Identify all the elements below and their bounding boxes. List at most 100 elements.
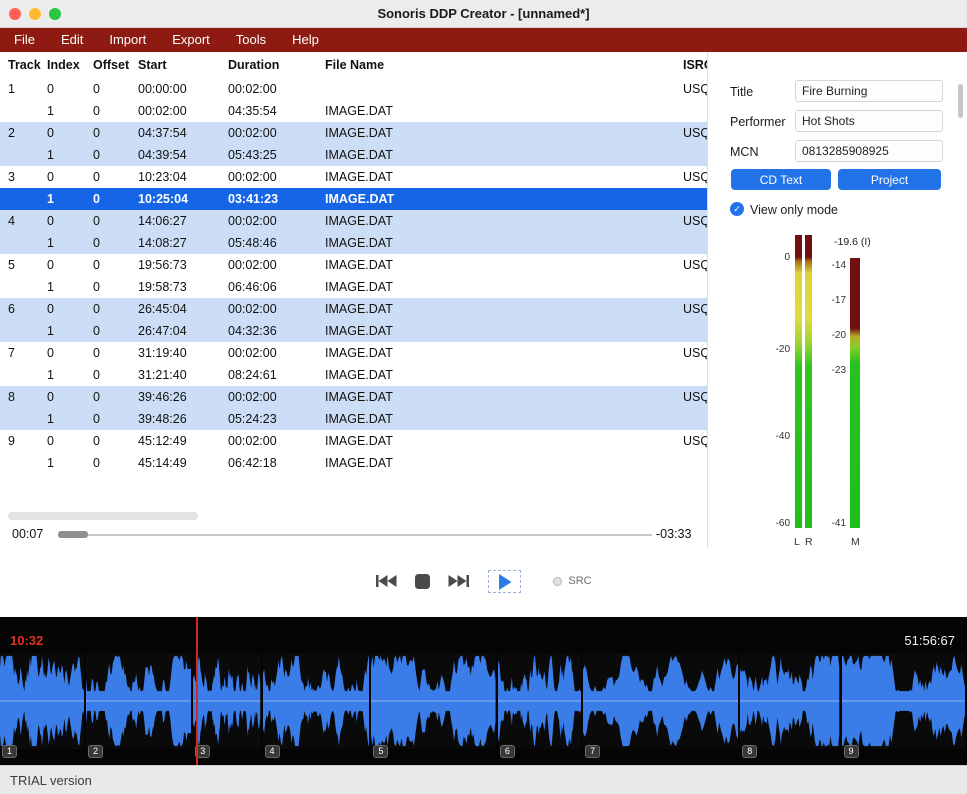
cell-start: 19:56:73: [138, 254, 228, 276]
cell-isrc: USQ: [683, 342, 707, 364]
table-row[interactable]: 40014:06:2700:02:00IMAGE.DATUSQ: [0, 210, 707, 232]
view-only-label: View only mode: [750, 203, 838, 217]
cell-file: IMAGE.DAT: [325, 232, 683, 254]
cell-index: 1: [47, 144, 93, 166]
cell-isrc: USQ: [683, 122, 707, 144]
play-button[interactable]: [488, 570, 521, 593]
previous-track-button[interactable]: [375, 574, 397, 588]
src-toggle[interactable]: SRC: [553, 575, 591, 587]
seek-thumb[interactable]: [58, 531, 88, 538]
title-input[interactable]: [795, 80, 943, 102]
menu-item-help[interactable]: Help: [290, 28, 321, 52]
next-track-button[interactable]: [448, 574, 470, 588]
performer-input[interactable]: [795, 110, 943, 132]
cell-file: IMAGE.DAT: [325, 122, 683, 144]
table-row[interactable]: 30010:23:0400:02:00IMAGE.DATUSQ: [0, 166, 707, 188]
cell-track: [8, 144, 47, 166]
table-row[interactable]: 80039:46:2600:02:00IMAGE.DATUSQ: [0, 386, 707, 408]
cell-start: 00:00:00: [138, 78, 228, 100]
elapsed-time: 00:07: [12, 527, 43, 541]
cell-duration: 05:48:46: [228, 232, 325, 254]
table-row[interactable]: 1014:08:2705:48:46IMAGE.DAT: [0, 232, 707, 254]
cell-file: IMAGE.DAT: [325, 298, 683, 320]
table-row[interactable]: 1004:39:5405:43:25IMAGE.DAT: [0, 144, 707, 166]
waveform-segment[interactable]: 5: [371, 653, 496, 749]
cell-isrc: [683, 232, 707, 254]
cell-start: 14:06:27: [138, 210, 228, 232]
play-icon: [498, 574, 512, 590]
cell-start: 10:25:04: [138, 188, 228, 210]
cell-duration: 00:02:00: [228, 78, 325, 100]
cell-start: 31:19:40: [138, 342, 228, 364]
cd-text-button[interactable]: CD Text: [731, 169, 831, 190]
cell-isrc: USQ: [683, 298, 707, 320]
waveform-segment[interactable]: 2: [86, 653, 191, 749]
table-row[interactable]: 1010:25:0403:41:23IMAGE.DAT: [0, 188, 707, 210]
waveform-segment[interactable]: 8: [740, 653, 839, 749]
waveform-segment[interactable]: 3: [193, 653, 260, 749]
cell-track: 8: [8, 386, 47, 408]
cell-offset: 0: [93, 320, 138, 342]
meter-scale-label: -41: [812, 519, 846, 529]
seek-track[interactable]: [58, 534, 652, 536]
table-row[interactable]: 1019:58:7306:46:06IMAGE.DAT: [0, 276, 707, 298]
remaining-time: -03:33: [656, 527, 691, 541]
cell-duration: 06:42:18: [228, 452, 325, 474]
cell-file: IMAGE.DAT: [325, 386, 683, 408]
table-row[interactable]: 20004:37:5400:02:00IMAGE.DATUSQ: [0, 122, 707, 144]
horizontal-scrollbar-thumb[interactable]: [8, 512, 198, 520]
cell-track: [8, 188, 47, 210]
cell-start: 31:21:40: [138, 364, 228, 386]
column-header: Start: [138, 52, 228, 78]
table-row[interactable]: 10000:00:0000:02:00USQ: [0, 78, 707, 100]
cell-isrc: [683, 188, 707, 210]
view-only-checkbox[interactable]: ✓: [730, 202, 744, 216]
menu-item-tools[interactable]: Tools: [234, 28, 268, 52]
total-time-label: 51:56:67: [904, 633, 955, 648]
cell-index: 0: [47, 166, 93, 188]
window-title: Sonoris DDP Creator - [unnamed*]: [0, 0, 967, 28]
waveform-segment[interactable]: 6: [498, 653, 581, 749]
cell-duration: 00:02:00: [228, 166, 325, 188]
waveform-overview: 10:32 51:56:67 123456789: [0, 617, 967, 765]
table-row[interactable]: 1039:48:2605:24:23IMAGE.DAT: [0, 408, 707, 430]
menu-item-file[interactable]: File: [12, 28, 37, 52]
panel-scrollbar-thumb[interactable]: [958, 84, 963, 118]
cd-text-panel: Title Performer MCN CD Text Project ✓ Vi…: [708, 52, 967, 564]
table-row[interactable]: 90045:12:4900:02:00IMAGE.DATUSQ: [0, 430, 707, 452]
playhead[interactable]: [196, 617, 198, 765]
cell-offset: 0: [93, 364, 138, 386]
column-header: File Name: [325, 52, 683, 78]
cell-offset: 0: [93, 430, 138, 452]
cell-index: 1: [47, 276, 93, 298]
table-row[interactable]: 1000:02:0004:35:54IMAGE.DAT: [0, 100, 707, 122]
cell-duration: 00:02:00: [228, 254, 325, 276]
mcn-input[interactable]: [795, 140, 943, 162]
level-meter-right: [805, 235, 812, 528]
table-row[interactable]: 1026:47:0404:32:36IMAGE.DAT: [0, 320, 707, 342]
waveform-segment[interactable]: 9: [842, 653, 965, 749]
table-row[interactable]: 50019:56:7300:02:00IMAGE.DATUSQ: [0, 254, 707, 276]
menu-item-export[interactable]: Export: [170, 28, 212, 52]
table-row[interactable]: 60026:45:0400:02:00IMAGE.DATUSQ: [0, 298, 707, 320]
track-badge: 1: [2, 745, 17, 758]
trial-version-label: TRIAL version: [10, 773, 92, 788]
cell-offset: 0: [93, 210, 138, 232]
waveform-segment[interactable]: 1: [0, 653, 84, 749]
table-row[interactable]: 1031:21:4008:24:61IMAGE.DAT: [0, 364, 707, 386]
cell-file: IMAGE.DAT: [325, 276, 683, 298]
waveform-segment[interactable]: 7: [583, 653, 738, 749]
project-button[interactable]: Project: [838, 169, 941, 190]
cell-track: [8, 276, 47, 298]
stop-button[interactable]: [415, 574, 430, 589]
cell-index: 0: [47, 386, 93, 408]
table-row[interactable]: 1045:14:4906:42:18IMAGE.DAT: [0, 452, 707, 474]
menu-item-edit[interactable]: Edit: [59, 28, 85, 52]
cell-isrc: [683, 408, 707, 430]
cell-duration: 04:35:54: [228, 100, 325, 122]
cell-start: 45:14:49: [138, 452, 228, 474]
menu-item-import[interactable]: Import: [107, 28, 148, 52]
cell-file: IMAGE.DAT: [325, 342, 683, 364]
waveform-segment[interactable]: 4: [263, 653, 370, 749]
table-row[interactable]: 70031:19:4000:02:00IMAGE.DATUSQ: [0, 342, 707, 364]
